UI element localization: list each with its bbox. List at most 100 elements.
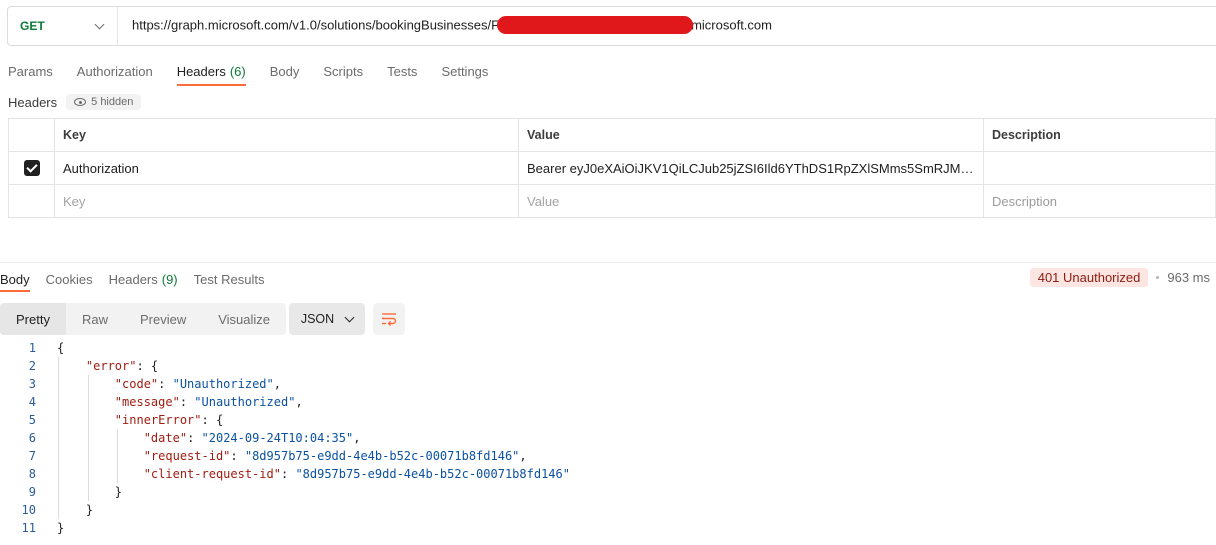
json-punctuation: : bbox=[158, 377, 173, 391]
url-bar: GET https://graph.microsoft.com/v1.0/sol… bbox=[7, 6, 1216, 46]
json-punctuation: : bbox=[187, 431, 202, 445]
column-header-key: Key bbox=[54, 118, 519, 152]
tab-headers[interactable]: Headers (6) bbox=[176, 56, 246, 86]
code-content: "date": "2024-09-24T10:04:35", bbox=[57, 431, 361, 445]
tab-label: Body bbox=[269, 63, 300, 79]
json-punctuation: , bbox=[519, 449, 527, 463]
table-row: Authorization Bearer eyJ0eXAiOiJKV1QiLCJ… bbox=[8, 151, 1216, 185]
tab-response-body[interactable]: Body bbox=[0, 266, 30, 292]
view-raw[interactable]: Raw bbox=[66, 303, 124, 335]
redaction-mark bbox=[497, 16, 694, 34]
json-key: "message" bbox=[114, 395, 180, 409]
line-number: 8 bbox=[28, 467, 36, 481]
json-punctuation: : { bbox=[136, 359, 159, 373]
code-line: 1{ bbox=[0, 339, 1216, 357]
tab-settings[interactable]: Settings bbox=[441, 56, 488, 86]
header-key-cell[interactable]: Authorization bbox=[54, 151, 519, 185]
json-punctuation: : bbox=[230, 449, 245, 463]
url-input[interactable]: https://graph.microsoft.com/v1.0/solutio… bbox=[118, 16, 772, 35]
code-line: 10 } bbox=[0, 501, 1216, 519]
code-content: } bbox=[57, 503, 93, 517]
json-key: "error" bbox=[85, 359, 137, 373]
row-checkbox[interactable] bbox=[23, 160, 40, 177]
json-string: "Unauthorized" bbox=[172, 377, 274, 391]
tab-label: Test Results bbox=[193, 271, 265, 287]
tab-label: Cookies bbox=[45, 271, 93, 287]
code-line: 6 "date": "2024-09-24T10:04:35", bbox=[0, 429, 1216, 447]
json-punctuation bbox=[57, 395, 115, 409]
code-content: } bbox=[57, 485, 122, 499]
code-content: "request-id": "8d957b75-e9dd-4e4b-b52c-0… bbox=[57, 449, 527, 463]
new-description-input[interactable]: Description bbox=[983, 184, 1216, 218]
tab-response-headers[interactable]: Headers (9) bbox=[109, 266, 178, 292]
tab-label: Headers bbox=[176, 63, 226, 79]
json-string: "2024-09-24T10:04:35" bbox=[201, 431, 354, 445]
tab-label: Tests bbox=[387, 63, 418, 79]
code-content: { bbox=[57, 341, 64, 355]
response-time[interactable]: 963 ms bbox=[1167, 270, 1210, 285]
hidden-headers-toggle[interactable]: 5 hidden bbox=[66, 94, 142, 110]
new-key-input[interactable]: Key bbox=[54, 184, 519, 218]
code-line: 8 "client-request-id": "8d957b75-e9dd-4e… bbox=[0, 465, 1216, 483]
tab-params[interactable]: Params bbox=[8, 56, 53, 86]
header-value-text: Bearer eyJ0eXAiOiJKV1QiLCJub25jZSI6Ild6Y… bbox=[527, 160, 975, 176]
line-number: 11 bbox=[21, 521, 36, 535]
chevron-down-icon bbox=[94, 19, 105, 29]
json-punctuation: : bbox=[179, 395, 195, 409]
json-punctuation: , bbox=[273, 377, 281, 391]
json-punctuation bbox=[57, 449, 144, 463]
tab-authorization[interactable]: Authorization bbox=[77, 56, 153, 86]
tab-scripts[interactable]: Scripts bbox=[323, 56, 363, 86]
header-description-cell[interactable] bbox=[983, 151, 1216, 185]
table-row-empty: Key Value Description bbox=[8, 184, 1216, 218]
column-header-description: Description bbox=[983, 118, 1216, 152]
json-punctuation bbox=[57, 431, 144, 445]
json-key: "date" bbox=[143, 431, 188, 445]
code-line: 3 "code": "Unauthorized", bbox=[0, 375, 1216, 393]
response-tabs: Body Cookies Headers (9) Test Results bbox=[0, 266, 280, 292]
tab-body[interactable]: Body bbox=[270, 56, 300, 86]
line-number: 3 bbox=[28, 377, 36, 391]
code-line: 4 "message": "Unauthorized", bbox=[0, 393, 1216, 411]
method-select[interactable]: GET bbox=[8, 7, 118, 45]
view-mode-tabs: Pretty Raw Preview Visualize bbox=[0, 303, 287, 335]
json-key: "code" bbox=[114, 377, 159, 391]
response-body-code[interactable]: 1{2 "error": {3 "code": "Unauthorized", 4… bbox=[0, 339, 1216, 537]
header-value-cell[interactable]: Bearer eyJ0eXAiOiJKV1QiLCJub25jZSI6Ild6Y… bbox=[518, 151, 984, 185]
code-line: 11} bbox=[0, 519, 1216, 537]
chevron-down-icon bbox=[344, 312, 355, 322]
table-header-row: Key Value Description bbox=[8, 118, 1216, 152]
view-visualize[interactable]: Visualize bbox=[202, 303, 286, 335]
view-preview[interactable]: Preview bbox=[124, 303, 202, 335]
line-number: 7 bbox=[28, 449, 36, 463]
pane-divider[interactable] bbox=[0, 262, 1216, 263]
tab-label: Params bbox=[8, 63, 53, 79]
new-value-input[interactable]: Value bbox=[518, 184, 984, 218]
format-select[interactable]: JSON bbox=[289, 303, 365, 335]
url-prefix: https://graph.microsoft.com/v1.0/solutio… bbox=[132, 17, 500, 33]
request-tabs: Params Authorization Headers (6) Body Scr… bbox=[8, 56, 512, 86]
wrap-lines-button[interactable] bbox=[373, 303, 405, 335]
tab-count: (9) bbox=[161, 271, 178, 287]
code-content: "client-request-id": "8d957b75-e9dd-4e4b… bbox=[57, 467, 570, 481]
json-key: "request-id" bbox=[143, 449, 231, 463]
tab-cookies[interactable]: Cookies bbox=[46, 266, 93, 292]
code-content: "message": "Unauthorized", bbox=[57, 395, 303, 409]
code-line: 9 } bbox=[0, 483, 1216, 501]
tab-label: Headers bbox=[108, 271, 158, 287]
format-label: JSON bbox=[300, 312, 335, 326]
tab-test-results[interactable]: Test Results bbox=[194, 266, 265, 292]
json-key: "client-request-id" bbox=[143, 467, 281, 481]
separator-dot bbox=[1156, 276, 1160, 279]
status-badge[interactable]: 401 Unauthorized bbox=[1029, 268, 1149, 287]
headers-title: Headers bbox=[8, 94, 58, 110]
row-enabled-cell bbox=[8, 184, 55, 218]
json-punctuation: { bbox=[57, 341, 65, 355]
json-punctuation: , bbox=[295, 395, 303, 409]
tab-label: Settings bbox=[441, 63, 489, 79]
view-pretty[interactable]: Pretty bbox=[0, 303, 66, 335]
json-punctuation: , bbox=[353, 431, 361, 445]
json-punctuation: } bbox=[57, 521, 65, 535]
tab-tests[interactable]: Tests bbox=[387, 56, 417, 86]
json-string: "Unauthorized" bbox=[194, 395, 296, 409]
